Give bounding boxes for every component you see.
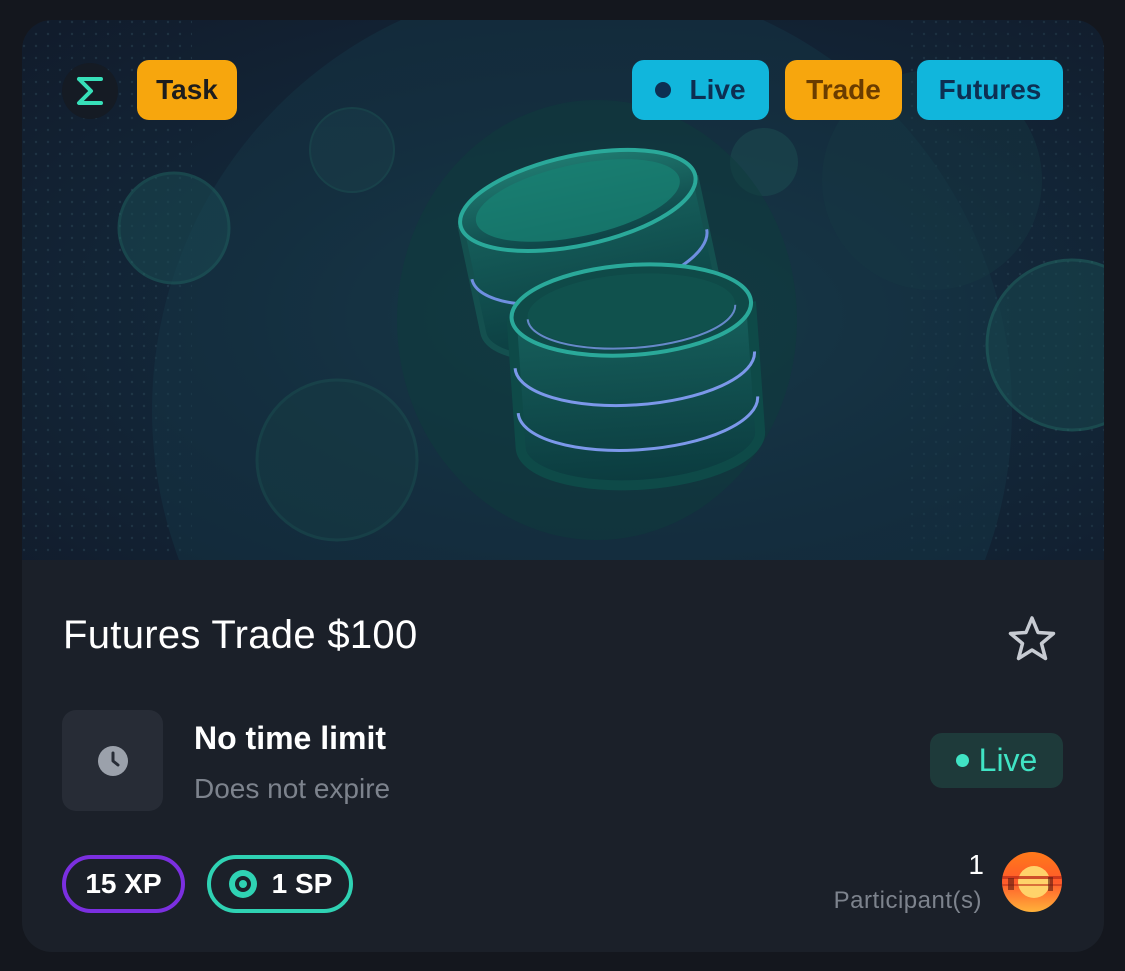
category-tag-label: Task bbox=[156, 74, 218, 105]
time-limit-subtitle: Does not expire bbox=[194, 773, 391, 804]
clock-icon bbox=[97, 745, 128, 776]
favorite-button[interactable] bbox=[1006, 613, 1058, 665]
status-badge: Live bbox=[930, 733, 1063, 788]
xp-reward-label: 15 XP bbox=[85, 868, 162, 899]
tag-live-label: Live bbox=[689, 74, 746, 105]
participant-count: 1 bbox=[968, 849, 984, 880]
live-dot-icon bbox=[655, 82, 672, 98]
sp-reward-badge: 1 SP bbox=[207, 855, 353, 913]
status-label: Live bbox=[978, 742, 1038, 778]
participant-label: Participant(s) bbox=[833, 887, 982, 914]
tag-trade: Trade bbox=[785, 60, 902, 120]
tag-futures: Futures bbox=[917, 60, 1063, 120]
star-icon bbox=[1008, 616, 1056, 661]
sigma-icon bbox=[62, 63, 118, 119]
tag-futures-label: Futures bbox=[938, 74, 1042, 105]
sp-reward-label: 1 SP bbox=[271, 868, 333, 899]
status-dot-icon bbox=[955, 754, 969, 767]
tag-live: Live bbox=[632, 60, 769, 120]
participant-avatar-image bbox=[1002, 852, 1062, 912]
avatar[interactable] bbox=[1002, 852, 1062, 912]
category-tag: Task bbox=[137, 60, 237, 120]
task-title: Futures Trade $100 bbox=[63, 613, 418, 657]
time-limit-title: No time limit bbox=[194, 720, 387, 756]
hero-banner: Task Live Trade Futures bbox=[22, 20, 1104, 560]
sp-coin-icon bbox=[228, 870, 257, 898]
time-icon-box bbox=[62, 710, 163, 811]
task-card[interactable]: Task Live Trade Futures Futures Trade $1… bbox=[22, 20, 1104, 952]
tag-trade-label: Trade bbox=[806, 74, 881, 105]
xp-reward-badge: 15 XP bbox=[62, 855, 185, 913]
